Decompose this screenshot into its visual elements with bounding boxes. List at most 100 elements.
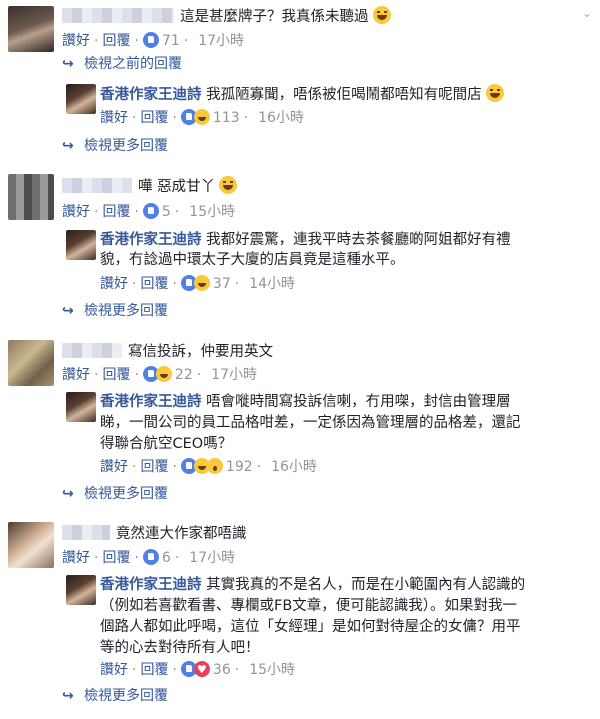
like-reaction-icon[interactable] xyxy=(142,549,159,565)
comment-actions: 讚好 · 回覆 · 71 · 17小時 xyxy=(62,31,244,51)
separator-dot: · xyxy=(134,33,139,49)
reply-actions: 讚好 · 回覆 · 192 · 16小時 xyxy=(100,457,317,477)
separator-dot: · xyxy=(134,204,139,220)
haha-reaction-icon[interactable] xyxy=(193,275,210,291)
separator-dot: · xyxy=(256,459,262,475)
avatar[interactable] xyxy=(8,522,54,568)
reply-text: 香港作家王迪詩 其實我真的不是名人，而是在小範圍內有人認識的 xyxy=(100,575,525,595)
reply-arrow-icon: ↪ xyxy=(62,486,74,502)
separator-dot: · xyxy=(172,110,177,126)
comment-actions: 讚好 · 回覆 · 22 · 17小時 xyxy=(62,365,257,385)
comment-time[interactable]: 17小時 xyxy=(189,550,235,566)
author-avatar[interactable] xyxy=(66,575,96,605)
haha-reaction-icon[interactable] xyxy=(193,109,210,125)
reply-button[interactable]: 回覆 xyxy=(140,459,168,475)
reaction-count[interactable]: 6 xyxy=(162,550,171,566)
reply-author[interactable]: 香港作家王迪詩 xyxy=(100,232,202,248)
reply-button[interactable]: 回覆 xyxy=(102,367,130,383)
reaction-count[interactable]: 71 xyxy=(162,33,180,49)
comment-time[interactable]: 17小時 xyxy=(198,33,244,49)
view-previous-replies-link[interactable]: ↪ 檢視之前的回覆 xyxy=(62,54,182,74)
reaction-count[interactable]: 5 xyxy=(162,204,171,220)
reply-actions: 讚好 · 回覆 · 37 · 14小時 xyxy=(100,274,295,294)
reply-time[interactable]: 16小時 xyxy=(271,459,317,475)
reaction-count[interactable]: 192 xyxy=(226,459,253,475)
comment-body: 嘩 惡成甘丫 xyxy=(138,179,216,195)
author-avatar[interactable] xyxy=(66,230,96,260)
reply-line: 唔會嘥時間寫投訴信喇，冇用㗎，封信由管理層 xyxy=(206,394,511,410)
reply-button[interactable]: 回覆 xyxy=(140,662,168,678)
commenter-name-blurred[interactable] xyxy=(62,343,122,358)
separator-dot: · xyxy=(172,662,177,678)
avatar[interactable] xyxy=(8,174,54,220)
reply-line: 其實我真的不是名人，而是在小範圍內有人認識的 xyxy=(206,577,526,593)
reply-author[interactable]: 香港作家王迪詩 xyxy=(100,394,202,410)
reply-line: （例如若喜歡看書、專欄或FB文章，便可能認識我）。如果對我一 xyxy=(100,598,518,614)
view-more-replies-link[interactable]: ↪ 檢視更多回覆 xyxy=(62,301,168,321)
reply-time[interactable]: 16小時 xyxy=(258,110,304,126)
reply-button[interactable]: 回覆 xyxy=(102,204,130,220)
reply-button[interactable]: 回覆 xyxy=(140,276,168,292)
separator-dot: · xyxy=(94,367,99,383)
separator-dot: · xyxy=(94,204,99,220)
separator-dot: · xyxy=(134,550,139,566)
reply-line: 我孤陋寡聞，唔係被佢喝鬧都唔知有呢間店 xyxy=(206,87,482,103)
reaction-count[interactable]: 37 xyxy=(213,276,231,292)
chevron-down-icon[interactable]: ⌄ xyxy=(582,6,592,20)
wow-reaction-icon[interactable] xyxy=(206,458,223,474)
view-previous-label: 檢視之前的回覆 xyxy=(84,56,182,72)
view-more-label: 檢視更多回覆 xyxy=(84,688,168,704)
avatar[interactable] xyxy=(8,6,54,52)
separator-dot: · xyxy=(132,459,137,475)
separator-dot: · xyxy=(94,33,99,49)
reaction-count[interactable]: 36 xyxy=(213,662,231,678)
view-more-replies-link[interactable]: ↪ 檢視更多回覆 xyxy=(62,136,168,156)
reply-actions: 讚好 · 回覆 · 113 · 16小時 xyxy=(100,108,304,128)
reply-line: 貌，冇諗過中環太子大廈的店員竟是這種水平。 xyxy=(100,252,405,268)
reply-button[interactable]: 回覆 xyxy=(140,110,168,126)
reply-time[interactable]: 15小時 xyxy=(249,662,295,678)
view-more-replies-link[interactable]: ↪ 檢視更多回覆 xyxy=(62,484,168,504)
comment-time[interactable]: 17小時 xyxy=(211,367,257,383)
like-reaction-icon[interactable] xyxy=(142,203,159,219)
haha-reaction-icon[interactable] xyxy=(155,366,172,382)
view-more-replies-link[interactable]: ↪ 檢視更多回覆 xyxy=(62,686,168,706)
love-reaction-icon[interactable] xyxy=(193,660,210,680)
reply-line: 睇，一間公司的員工品格咁差，一定係因為管理層的品格差，還記 xyxy=(100,415,521,431)
reply-time[interactable]: 14小時 xyxy=(249,276,295,292)
reply-text: 香港作家王迪詩 唔會嘥時間寫投訴信喇，冇用㗎，封信由管理層 xyxy=(100,392,511,412)
comment-actions: 讚好 · 回覆 · 5 · 15小時 xyxy=(62,202,235,222)
like-button[interactable]: 讚好 xyxy=(62,550,90,566)
like-reaction-icon[interactable] xyxy=(142,32,159,48)
avatar[interactable] xyxy=(8,340,54,386)
commenter-name-blurred[interactable] xyxy=(62,178,132,193)
commenter-name-blurred[interactable] xyxy=(62,525,110,540)
comment-body: 竟然連大作家都唔識 xyxy=(116,526,247,542)
comment-body: 這是甚麼牌子？我真係未聽過 xyxy=(180,9,369,25)
like-button[interactable]: 讚好 xyxy=(100,459,128,475)
reply-arrow-icon: ↪ xyxy=(62,688,74,704)
separator-dot: · xyxy=(132,662,137,678)
like-button[interactable]: 讚好 xyxy=(62,33,90,49)
reaction-count[interactable]: 22 xyxy=(175,367,193,383)
like-button[interactable]: 讚好 xyxy=(100,110,128,126)
like-button[interactable]: 讚好 xyxy=(62,204,90,220)
reply-arrow-icon: ↪ xyxy=(62,56,74,72)
reply-text: 香港作家王迪詩 我孤陋寡聞，唔係被佢喝鬧都唔知有呢間店 xyxy=(100,84,504,105)
comment-time[interactable]: 15小時 xyxy=(189,204,235,220)
reply-button[interactable]: 回覆 xyxy=(102,33,130,49)
reaction-count[interactable]: 113 xyxy=(213,110,240,126)
view-more-label: 檢視更多回覆 xyxy=(84,138,168,154)
author-avatar[interactable] xyxy=(66,392,96,422)
reply-author[interactable]: 香港作家王迪詩 xyxy=(100,87,202,103)
reply-button[interactable]: 回覆 xyxy=(102,550,130,566)
like-button[interactable]: 讚好 xyxy=(100,662,128,678)
reply-author[interactable]: 香港作家王迪詩 xyxy=(100,577,202,593)
reply-line: 等的心去對待所有人吧！ xyxy=(100,640,260,656)
commenter-name-blurred[interactable] xyxy=(62,8,174,23)
author-avatar[interactable] xyxy=(66,84,96,114)
like-button[interactable]: 讚好 xyxy=(62,367,90,383)
like-button[interactable]: 讚好 xyxy=(100,276,128,292)
comment-actions: 讚好 · 回覆 · 6 · 17小時 xyxy=(62,548,235,568)
reply-line: 個路人都如此呼喝，這位「女經理」是如何對待屋企的女傭？用平 xyxy=(100,619,521,635)
